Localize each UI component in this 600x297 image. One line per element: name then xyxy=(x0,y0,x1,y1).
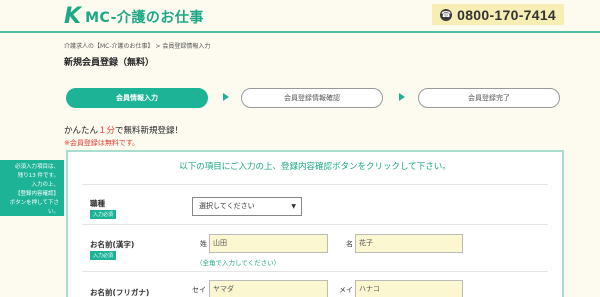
intro-pre: かんたん xyxy=(64,126,99,136)
side-note-line: ボタンを押して下さい。 xyxy=(9,200,59,215)
mei-kana-label: メイ xyxy=(339,286,353,294)
name-kanji-label: お名前(漢字) xyxy=(90,240,135,249)
divider xyxy=(82,224,548,225)
site-logo[interactable]: K MC-介護のお仕事 xyxy=(64,4,204,29)
side-note-line: 【登録内容確認】 xyxy=(14,191,59,197)
breadcrumb-home-link[interactable]: 介護求人の【MC-介護のお仕事】 xyxy=(64,43,154,50)
job-select[interactable]: 選択してください ▼ xyxy=(192,197,302,216)
step-arrow-icon xyxy=(399,93,405,101)
page-title: 新規会員登録（無料） xyxy=(64,58,155,68)
free-note: ※会員登録は無料です。 xyxy=(64,139,140,147)
sei-kana-input[interactable]: ヤマダ xyxy=(209,280,328,297)
phone-banner[interactable]: ☎ 0800-170-7414 xyxy=(432,4,564,25)
step-complete: 会員登録完了 xyxy=(418,88,560,108)
mei-label: 名 xyxy=(346,240,353,248)
intro-highlight: １分 xyxy=(98,126,116,136)
intro-post: で無料新規登録！ xyxy=(115,126,184,136)
side-note-line: 残り13 件です。 xyxy=(17,173,59,179)
name-kana-label: お名前(フリガナ) xyxy=(90,288,150,297)
chevron-down-icon: ▼ xyxy=(291,203,296,210)
name-kanji-hint: （全角で入力してください） xyxy=(196,259,281,267)
step-input: 会員情報入力 xyxy=(66,88,208,108)
logo-text: MC-介護のお仕事 xyxy=(85,9,204,26)
required-badge: 入力必須 xyxy=(90,210,117,219)
mei-kana-input[interactable]: ハナコ xyxy=(355,280,463,297)
intro-text: かんたん１分で無料新規登録！ xyxy=(64,124,183,136)
job-select-value: 選択してください xyxy=(199,202,255,210)
required-badge: 入力必須 xyxy=(90,251,117,260)
step-arrow-icon xyxy=(223,93,229,101)
mei-kanji-input[interactable]: 花子 xyxy=(355,234,463,253)
divider xyxy=(82,271,548,272)
step-confirm: 会員登録情報確認 xyxy=(241,88,383,108)
job-label: 職種 xyxy=(90,199,105,208)
sei-kana-label: セイ xyxy=(192,286,206,294)
phone-icon: ☎ xyxy=(440,8,453,21)
breadcrumb-current: 会員登録情報入力 xyxy=(162,43,211,50)
sei-label: 姓 xyxy=(200,240,207,248)
sei-kanji-input[interactable]: 山田 xyxy=(209,234,328,253)
side-note-line: 入力の上、 xyxy=(31,182,59,188)
side-note-line: 必須入力項目は、 xyxy=(14,164,59,170)
divider xyxy=(82,184,548,185)
breadcrumb: 介護求人の【MC-介護のお仕事】 > 会員登録情報入力 xyxy=(64,41,210,50)
registration-form: 以下の項目にご入力の上、登録内容確認ボタンをクリックして下さい。 職種 入力必須… xyxy=(66,150,564,297)
phone-number: 0800-170-7414 xyxy=(457,6,556,23)
remaining-fields-note: 必須入力項目は、 残り13 件です。 入力の上、 【登録内容確認】 ボタンを押し… xyxy=(0,160,64,216)
progress-steps: 会員情報入力 会員登録情報確認 会員登録完了 xyxy=(66,88,566,108)
breadcrumb-separator: > xyxy=(155,43,161,50)
form-lead: 以下の項目にご入力の上、登録内容確認ボタンをクリックして下さい。 xyxy=(179,162,451,172)
logo-mark: K xyxy=(64,4,82,29)
site-header: K MC-介護のお仕事 ☎ 0800-170-7414 xyxy=(0,0,600,33)
